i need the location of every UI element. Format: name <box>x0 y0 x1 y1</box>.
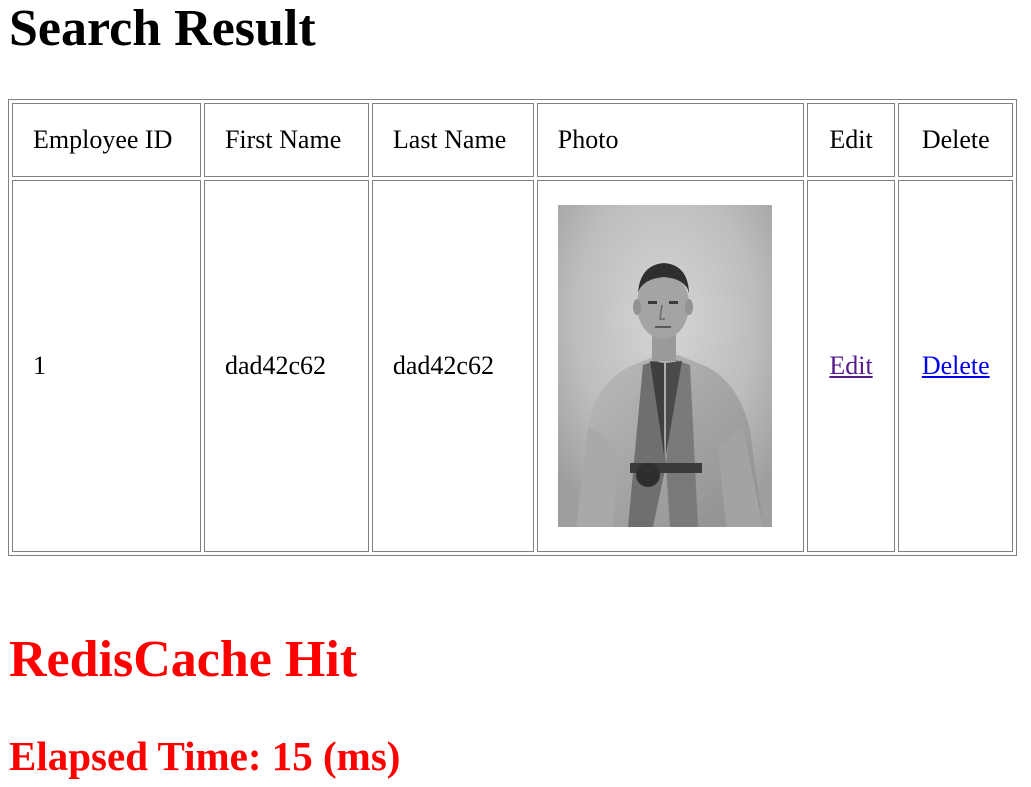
cell-delete: Delete <box>898 180 1013 552</box>
cell-last-name: dad42c62 <box>371 180 534 552</box>
cell-photo <box>536 180 804 552</box>
page-title: Search Result <box>9 0 316 57</box>
header-photo: Photo <box>536 103 804 177</box>
elapsed-time-heading: Elapsed Time: 15 (ms) <box>9 733 401 779</box>
delete-link[interactable]: Delete <box>922 351 990 380</box>
cell-edit: Edit <box>806 180 896 552</box>
cache-status-heading: RedisCache Hit <box>9 631 358 688</box>
header-first-name: First Name <box>203 103 369 177</box>
table-header-row: Employee ID First Name Last Name Photo E… <box>12 103 1013 177</box>
header-last-name: Last Name <box>371 103 534 177</box>
header-delete: Delete <box>898 103 1013 177</box>
cell-first-name: dad42c62 <box>203 180 369 552</box>
search-result-table: Employee ID First Name Last Name Photo E… <box>8 99 1017 556</box>
table-row: 1 dad42c62 dad42c62 Edit Delete <box>12 180 1013 552</box>
employee-photo <box>557 205 772 527</box>
cell-employee-id: 1 <box>12 180 201 552</box>
edit-link[interactable]: Edit <box>829 351 872 380</box>
header-employee-id: Employee ID <box>12 103 201 177</box>
header-edit: Edit <box>806 103 896 177</box>
